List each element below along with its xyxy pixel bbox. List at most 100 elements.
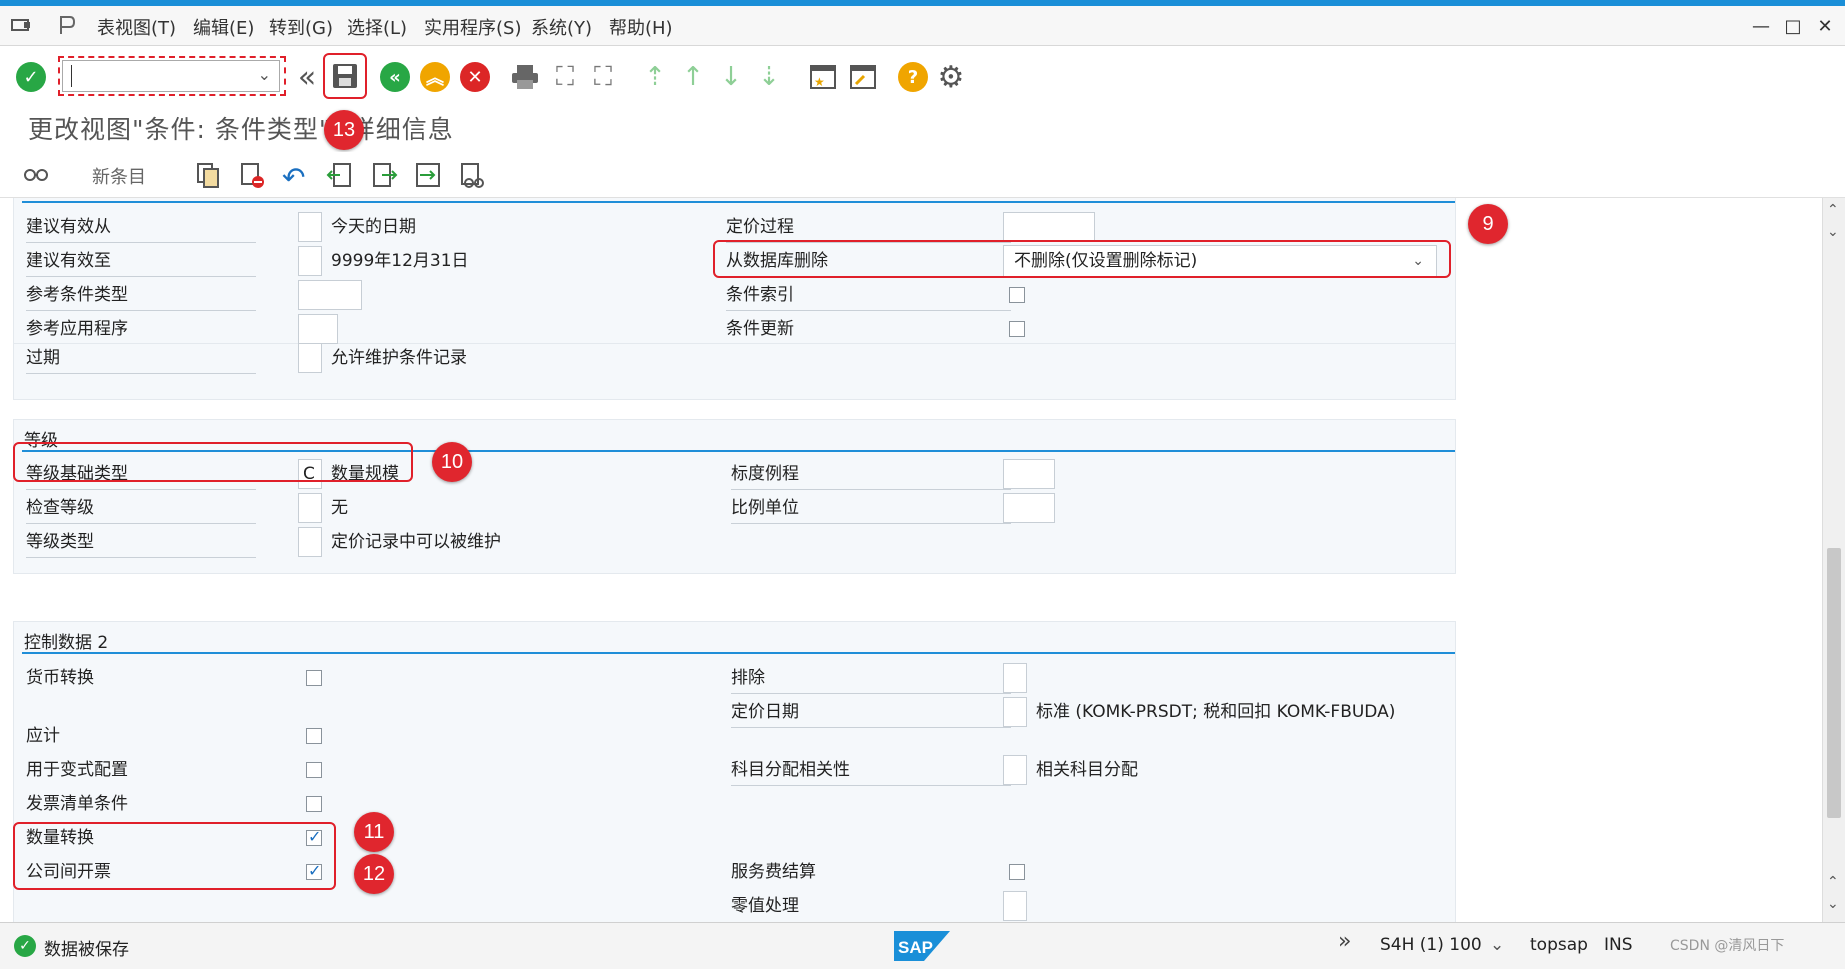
enter-button[interactable]: ✓	[14, 60, 48, 94]
success-icon: ✓	[14, 935, 36, 957]
checkbox-condition-update[interactable]	[1009, 321, 1025, 337]
first-page-button[interactable]: ⇡	[638, 60, 672, 94]
back-button[interactable]: «	[378, 60, 412, 94]
print-list-button[interactable]	[458, 161, 486, 194]
print-button[interactable]	[508, 60, 542, 94]
group-divider	[22, 201, 1455, 203]
scroll-up-page-icon[interactable]: ⌄	[1827, 224, 1839, 240]
checkbox-condition-index[interactable]	[1009, 287, 1025, 303]
previous-page-button[interactable]: ↑	[676, 60, 710, 94]
menu-utilities[interactable]: 实用程序(S)	[424, 14, 521, 40]
checkbox-service-charge[interactable]	[1009, 864, 1025, 880]
new-session-button[interactable]: ★	[806, 60, 840, 94]
transport-icon	[416, 163, 440, 187]
display-change-button[interactable]	[22, 161, 50, 194]
delete-button[interactable]	[238, 161, 266, 194]
label-valid-to: 建议有效至	[26, 245, 256, 277]
previous-entry-icon	[326, 163, 351, 187]
menu-icon[interactable]	[10, 14, 32, 41]
previous-entry-button[interactable]	[326, 161, 354, 194]
input-valid-from[interactable]	[298, 212, 322, 242]
page-title: 更改视图"条件: 条件类型": 详细信息	[28, 115, 454, 144]
input-zero-value[interactable]	[1003, 891, 1027, 921]
input-account-assignment[interactable]	[1003, 755, 1027, 785]
sap-logo: SAP	[894, 931, 950, 966]
copy-as-button[interactable]	[194, 161, 222, 194]
input-exclusion[interactable]	[1003, 663, 1027, 693]
vertical-scrollbar[interactable]: ⌃ ⌄ ⌃ ⌄	[1822, 198, 1845, 922]
system-toolbar: ✓ ⌄ « « ︽ ✕ ⛶ ⛶ ⇡ ↑ ↓ ⇣ ★ ? ⚙	[0, 46, 1845, 112]
label-expired: 过期	[26, 342, 256, 374]
user-name: topsap	[1530, 935, 1588, 955]
scrollbar-thumb[interactable]	[1827, 548, 1841, 818]
last-page-button[interactable]: ⇣	[752, 60, 786, 94]
scroll-down-page-icon[interactable]: ⌃	[1827, 874, 1839, 890]
menu-edit[interactable]: 编辑(E)	[193, 14, 254, 40]
cancel-button[interactable]: ✕	[458, 60, 492, 94]
group-divider	[22, 652, 1455, 654]
minimize-button[interactable]: —	[1750, 16, 1772, 38]
input-pricing-procedure[interactable]	[1003, 212, 1095, 242]
label-scale-routine: 标度例程	[731, 458, 1011, 490]
label-pricing-procedure: 定价过程	[726, 211, 1011, 243]
customize-layout-button[interactable]: ⚙	[934, 60, 968, 95]
find-next-button[interactable]: ⛶	[586, 60, 620, 94]
collapse-toolbar-button[interactable]: «	[290, 60, 324, 95]
input-valid-to[interactable]	[298, 246, 322, 276]
shortcut-button[interactable]	[846, 60, 880, 94]
input-scale-type[interactable]	[298, 527, 322, 557]
binoculars-plus-icon: ⛶	[593, 62, 613, 92]
find-button[interactable]: ⛶	[548, 60, 582, 94]
checkbox-accruals[interactable]	[306, 728, 322, 744]
annotation-marker-13: 13	[324, 110, 364, 150]
input-scale-routine[interactable]	[1003, 459, 1055, 489]
document-glasses-icon	[461, 163, 484, 188]
application-toolbar: 新条目 ↶	[0, 152, 1845, 198]
exit-button[interactable]: ︽	[418, 60, 452, 94]
delete-icon	[241, 163, 264, 188]
maximize-button[interactable]: □	[1782, 16, 1804, 38]
group-control-data-bottom: 过期 允许维护条件记录	[13, 342, 1456, 400]
checkbox-variant-config[interactable]	[306, 762, 322, 778]
scroll-up-icon[interactable]: ⌃	[1827, 202, 1839, 218]
menu-help[interactable]: 帮助(H)	[609, 14, 673, 40]
menu-selection[interactable]: 选择(L)	[347, 14, 407, 40]
new-entries-button[interactable]: 新条目	[92, 163, 146, 189]
input-reference-application[interactable]	[298, 314, 338, 344]
help-button[interactable]: ?	[896, 60, 930, 94]
input-pricing-date[interactable]	[1003, 697, 1027, 727]
layout-menu-icon[interactable]	[56, 14, 78, 41]
checkbox-invoice-list[interactable]	[306, 796, 322, 812]
status-message[interactable]: 数据被保存	[44, 935, 129, 960]
next-page-icon: ↓	[720, 62, 742, 92]
checkbox-currency-conversion[interactable]	[306, 670, 322, 686]
help-icon: ?	[898, 62, 928, 92]
status-expand-icon[interactable]: »	[1338, 929, 1351, 954]
system-info[interactable]: S4H (1) 100	[1380, 935, 1482, 955]
copy-icon	[197, 163, 219, 188]
close-window-button[interactable]: ✕	[1814, 16, 1836, 38]
input-expired[interactable]	[298, 343, 322, 373]
binoculars-icon: ⛶	[555, 62, 575, 92]
menu-goto[interactable]: 转到(G)	[269, 14, 333, 40]
label-variant-config: 用于变式配置	[26, 760, 128, 780]
transport-button[interactable]	[414, 161, 442, 194]
scroll-down-icon[interactable]: ⌄	[1827, 896, 1839, 912]
text-valid-to: 9999年12月31日	[331, 251, 469, 271]
svg-text:SAP: SAP	[898, 938, 933, 957]
input-reference-condition-type[interactable]	[298, 280, 362, 310]
input-scale-unit[interactable]	[1003, 493, 1055, 523]
label-condition-index: 条件索引	[726, 279, 1011, 311]
shortcut-icon	[850, 65, 876, 89]
watermark: CSDN @清风日下	[1670, 938, 1785, 954]
label-check-scale: 检查等级	[26, 492, 256, 524]
exit-icon: ︽	[420, 62, 450, 92]
next-page-button[interactable]: ↓	[714, 60, 748, 94]
menu-table-view[interactable]: 表视图(T)	[97, 14, 176, 40]
input-check-scale[interactable]	[298, 493, 322, 523]
next-entry-button[interactable]	[370, 161, 398, 194]
label-exclusion: 排除	[731, 662, 1011, 694]
undo-button[interactable]: ↶	[282, 161, 305, 194]
system-dropdown-icon[interactable]: ⌄	[1490, 935, 1504, 955]
menu-system[interactable]: 系统(Y)	[531, 14, 592, 40]
